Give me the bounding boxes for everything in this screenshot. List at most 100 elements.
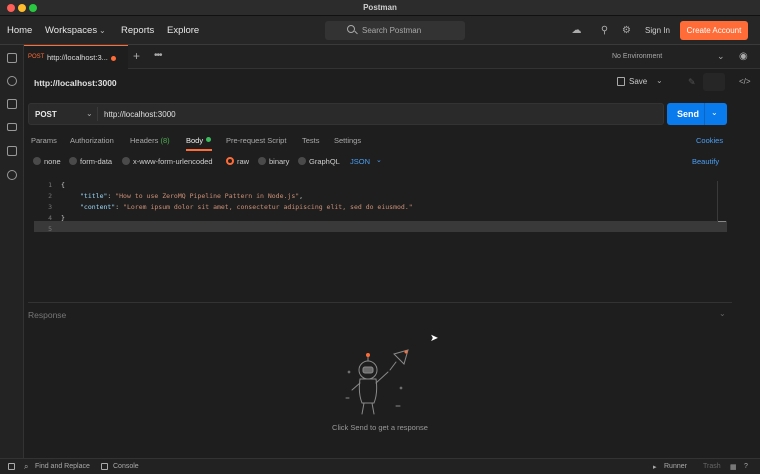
line-number: 3 [48, 203, 52, 211]
radio-graphql[interactable] [298, 157, 306, 165]
label-raw: raw [237, 157, 250, 166]
radio-raw[interactable] [226, 157, 234, 165]
send-label: Send [677, 109, 700, 119]
tab-tests[interactable]: Tests [302, 136, 320, 145]
url-input[interactable]: http://localhost:3000 [104, 110, 176, 119]
cloud-sync-icon[interactable]: ☁ [571, 25, 582, 36]
tab-pre-request-script[interactable]: Pre-request Script [226, 136, 286, 145]
collections-icon[interactable] [7, 53, 17, 63]
headers-label: Headers [130, 136, 159, 145]
json-end: , [299, 192, 304, 200]
label-binary: binary [269, 157, 290, 166]
headers-count: (8) [160, 136, 170, 145]
body-modified-dot [206, 137, 211, 142]
radio-none[interactable] [33, 157, 41, 165]
json-value: "Lorem ipsum dolor sit amet, consectetur… [123, 203, 413, 211]
editor-scrollbar[interactable] [717, 181, 718, 221]
code-line: } [61, 214, 65, 222]
history-icon[interactable] [7, 170, 17, 180]
tab-method: POST [28, 54, 45, 60]
nav-home[interactable]: Home [7, 25, 32, 36]
language-select[interactable]: JSON [350, 157, 370, 166]
more-options-icon[interactable]: ••• [154, 50, 162, 61]
code-line: "title": "How to use ZeroMQ Pipeline Pat… [80, 192, 303, 200]
environment-select[interactable]: No Environment [612, 53, 662, 60]
chevron-down-icon[interactable]: ⌄ [717, 51, 725, 62]
cookies-link[interactable]: Cookies [696, 136, 723, 145]
tab-authorization[interactable]: Authorization [70, 136, 114, 145]
environments-icon[interactable] [7, 99, 17, 109]
beautify-link[interactable]: Beautify [692, 157, 719, 166]
monitors-icon[interactable] [7, 146, 17, 156]
tab-params[interactable]: Params [31, 136, 57, 145]
label-urlencoded: x-www-form-urlencoded [133, 157, 213, 166]
console-button[interactable]: Console [113, 463, 139, 470]
chevron-down-icon[interactable]: ⌄ [656, 76, 663, 85]
layout-icon[interactable]: ▦ [730, 463, 737, 471]
json-sep: : [115, 203, 124, 211]
satellite-icon[interactable]: ⚲ [599, 25, 610, 36]
gear-icon[interactable]: ⚙ [621, 25, 632, 36]
nav-reports[interactable]: Reports [121, 25, 154, 36]
tab-headers[interactable]: Headers (8) [130, 136, 170, 145]
search-input[interactable]: Search Postman [325, 21, 465, 40]
top-nav: Home Workspaces ⌄ Reports Explore Search… [0, 16, 760, 45]
request-tab[interactable]: POST http://localhost:3... [24, 45, 128, 69]
send-button[interactable]: Send ⌄ [667, 103, 727, 125]
pencil-icon[interactable]: ✎ [688, 77, 696, 88]
search-icon [347, 25, 355, 33]
divider [704, 103, 705, 125]
save-button[interactable]: Save ⌄ [612, 73, 667, 91]
share-button[interactable] [703, 73, 725, 91]
code-line: { [61, 181, 65, 189]
runner-button[interactable]: Runner [664, 463, 687, 470]
nav-workspaces[interactable]: Workspaces [45, 25, 97, 36]
request-tabs-bar: POST http://localhost:3... + ••• No Envi… [24, 45, 760, 69]
body-editor[interactable]: 1 2 3 4 5 { "title": "How to use ZeroMQ … [28, 179, 727, 233]
label-graphql: GraphQL [309, 157, 340, 166]
find-replace-button[interactable]: Find and Replace [35, 463, 90, 470]
code-icon[interactable]: </> [739, 77, 751, 86]
save-label: Save [629, 77, 648, 86]
method-select[interactable]: POST [35, 110, 57, 119]
chevron-down-icon[interactable]: ⌄ [86, 109, 93, 118]
line-number: 4 [48, 214, 52, 222]
request-name[interactable]: http://localhost:3000 [34, 78, 117, 88]
chevron-down-icon[interactable]: ⌄ [711, 108, 718, 117]
new-tab-plus-icon[interactable]: + [133, 49, 140, 63]
help-icon[interactable]: ? [744, 463, 748, 470]
sign-in-button[interactable]: Sign In [645, 26, 670, 35]
search-icon: ⌕ [24, 462, 29, 471]
left-sidebar [0, 45, 24, 458]
title-bar: Postman [0, 0, 760, 16]
runner-icon: ▸ [653, 464, 657, 471]
save-icon [617, 77, 625, 86]
code-line: "content": "Lorem ipsum dolor sit amet, … [80, 203, 413, 211]
radio-urlencoded[interactable] [122, 157, 130, 165]
json-value: "How to use ZeroMQ Pipeline Pattern in N… [115, 192, 300, 200]
create-account-button[interactable]: Create Account [680, 21, 748, 40]
mouse-cursor-icon: ➤ [430, 333, 439, 344]
response-divider[interactable] [28, 302, 732, 303]
tab-settings[interactable]: Settings [334, 136, 361, 145]
radio-form-data[interactable] [69, 157, 77, 165]
apis-icon[interactable] [7, 76, 17, 86]
response-label: Response [28, 310, 67, 320]
chevron-down-icon[interactable]: ⌄ [99, 26, 106, 35]
json-key: "title" [80, 192, 108, 200]
editor-scroll-marker [718, 221, 726, 222]
eye-icon[interactable]: ◉ [739, 51, 748, 62]
chevron-down-icon[interactable]: ⌄ [719, 309, 726, 318]
request-config-tabs: Params Authorization Headers (8) Body Pr… [24, 131, 760, 151]
label-form-data: form-data [80, 157, 113, 166]
sidebar-toggle-icon[interactable] [8, 463, 15, 470]
tab-body[interactable]: Body [186, 136, 203, 145]
astronaut-illustration [345, 349, 409, 415]
status-bar: ⌕ Find and Replace Console ▸ Runner Tras… [0, 458, 760, 474]
trash-button[interactable]: Trash [703, 463, 721, 470]
nav-explore[interactable]: Explore [167, 25, 199, 36]
mock-servers-icon[interactable] [7, 123, 17, 131]
chevron-down-icon[interactable]: ⌄ [376, 156, 382, 164]
radio-binary[interactable] [258, 157, 266, 165]
unsaved-indicator [111, 56, 116, 61]
